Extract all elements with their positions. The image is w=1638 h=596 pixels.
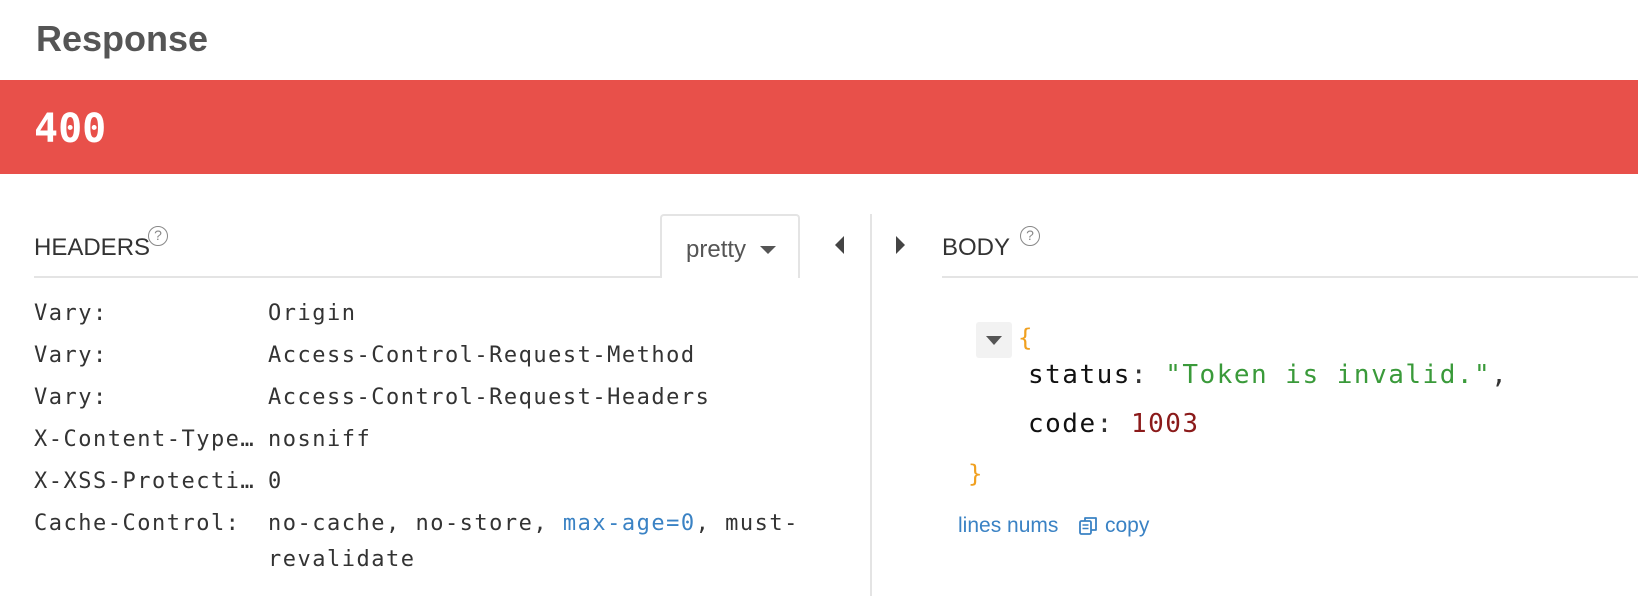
json-close-brace: } xyxy=(968,460,983,488)
format-select-value: pretty xyxy=(686,236,747,263)
header-key: Vary: xyxy=(34,301,108,326)
header-value: nosniff xyxy=(268,427,372,452)
header-value: Origin xyxy=(268,301,357,326)
headers-panel: HEADERS ? pretty Vary: Origin Vary: Acce… xyxy=(34,214,800,572)
headers-help-icon[interactable]: ? xyxy=(148,226,168,246)
caret-left-icon[interactable] xyxy=(835,236,844,254)
header-value: no-cache, no-store, max-age=0, must- xyxy=(268,506,808,542)
header-value: Access-Control-Request-Method xyxy=(268,343,696,368)
json-colon: : xyxy=(1096,409,1131,439)
header-key: Cache-Control: xyxy=(34,511,241,536)
status-code: 400 xyxy=(34,106,107,152)
body-panel-header: BODY ? xyxy=(942,214,1638,278)
json-comma: , xyxy=(1491,360,1509,390)
header-value: 0 xyxy=(268,469,283,494)
json-string-value: "Token is invalid." xyxy=(1165,360,1492,390)
json-open-brace: { xyxy=(1018,324,1033,352)
caret-right-icon[interactable] xyxy=(896,236,905,254)
body-label: BODY xyxy=(942,234,1011,261)
json-line-code: code: 1003 xyxy=(1028,409,1200,439)
json-toggle[interactable] xyxy=(976,322,1012,358)
format-select[interactable]: pretty xyxy=(660,214,800,278)
json-number-value: 1003 xyxy=(1130,409,1200,439)
headers-label: HEADERS xyxy=(34,234,151,261)
caret-down-icon xyxy=(986,336,1002,345)
headers-panel-header: HEADERS ? pretty xyxy=(34,214,800,278)
header-key: Vary: xyxy=(34,385,108,410)
copy-link[interactable]: copy xyxy=(1105,514,1149,538)
body-panel: BODY ? xyxy=(942,214,1638,278)
copy-icon[interactable] xyxy=(1078,515,1100,537)
json-line-status: status: "Token is invalid.", xyxy=(1028,360,1508,390)
json-key: status xyxy=(1028,360,1131,390)
header-value-highlight: max-age=0 xyxy=(562,511,696,536)
json-colon: : xyxy=(1130,360,1166,390)
header-value: Access-Control-Request-Headers xyxy=(268,385,711,410)
status-bar: 400 xyxy=(0,80,1638,174)
response-title: Response xyxy=(36,18,209,59)
header-key: X-Content-Type… xyxy=(34,427,256,452)
json-key: code xyxy=(1028,409,1097,439)
header-value-part: no-cache, no-store, xyxy=(268,511,563,536)
header-value: revalidate xyxy=(268,547,416,572)
header-key: Vary: xyxy=(34,343,108,368)
header-key: X-XSS-Protecti… xyxy=(34,469,256,494)
body-help-icon[interactable]: ? xyxy=(1020,226,1040,246)
lines-nums-link[interactable]: lines nums xyxy=(958,514,1058,538)
chevron-down-icon xyxy=(760,246,776,254)
header-value-part: , must- xyxy=(695,511,799,536)
panel-divider xyxy=(870,214,872,596)
